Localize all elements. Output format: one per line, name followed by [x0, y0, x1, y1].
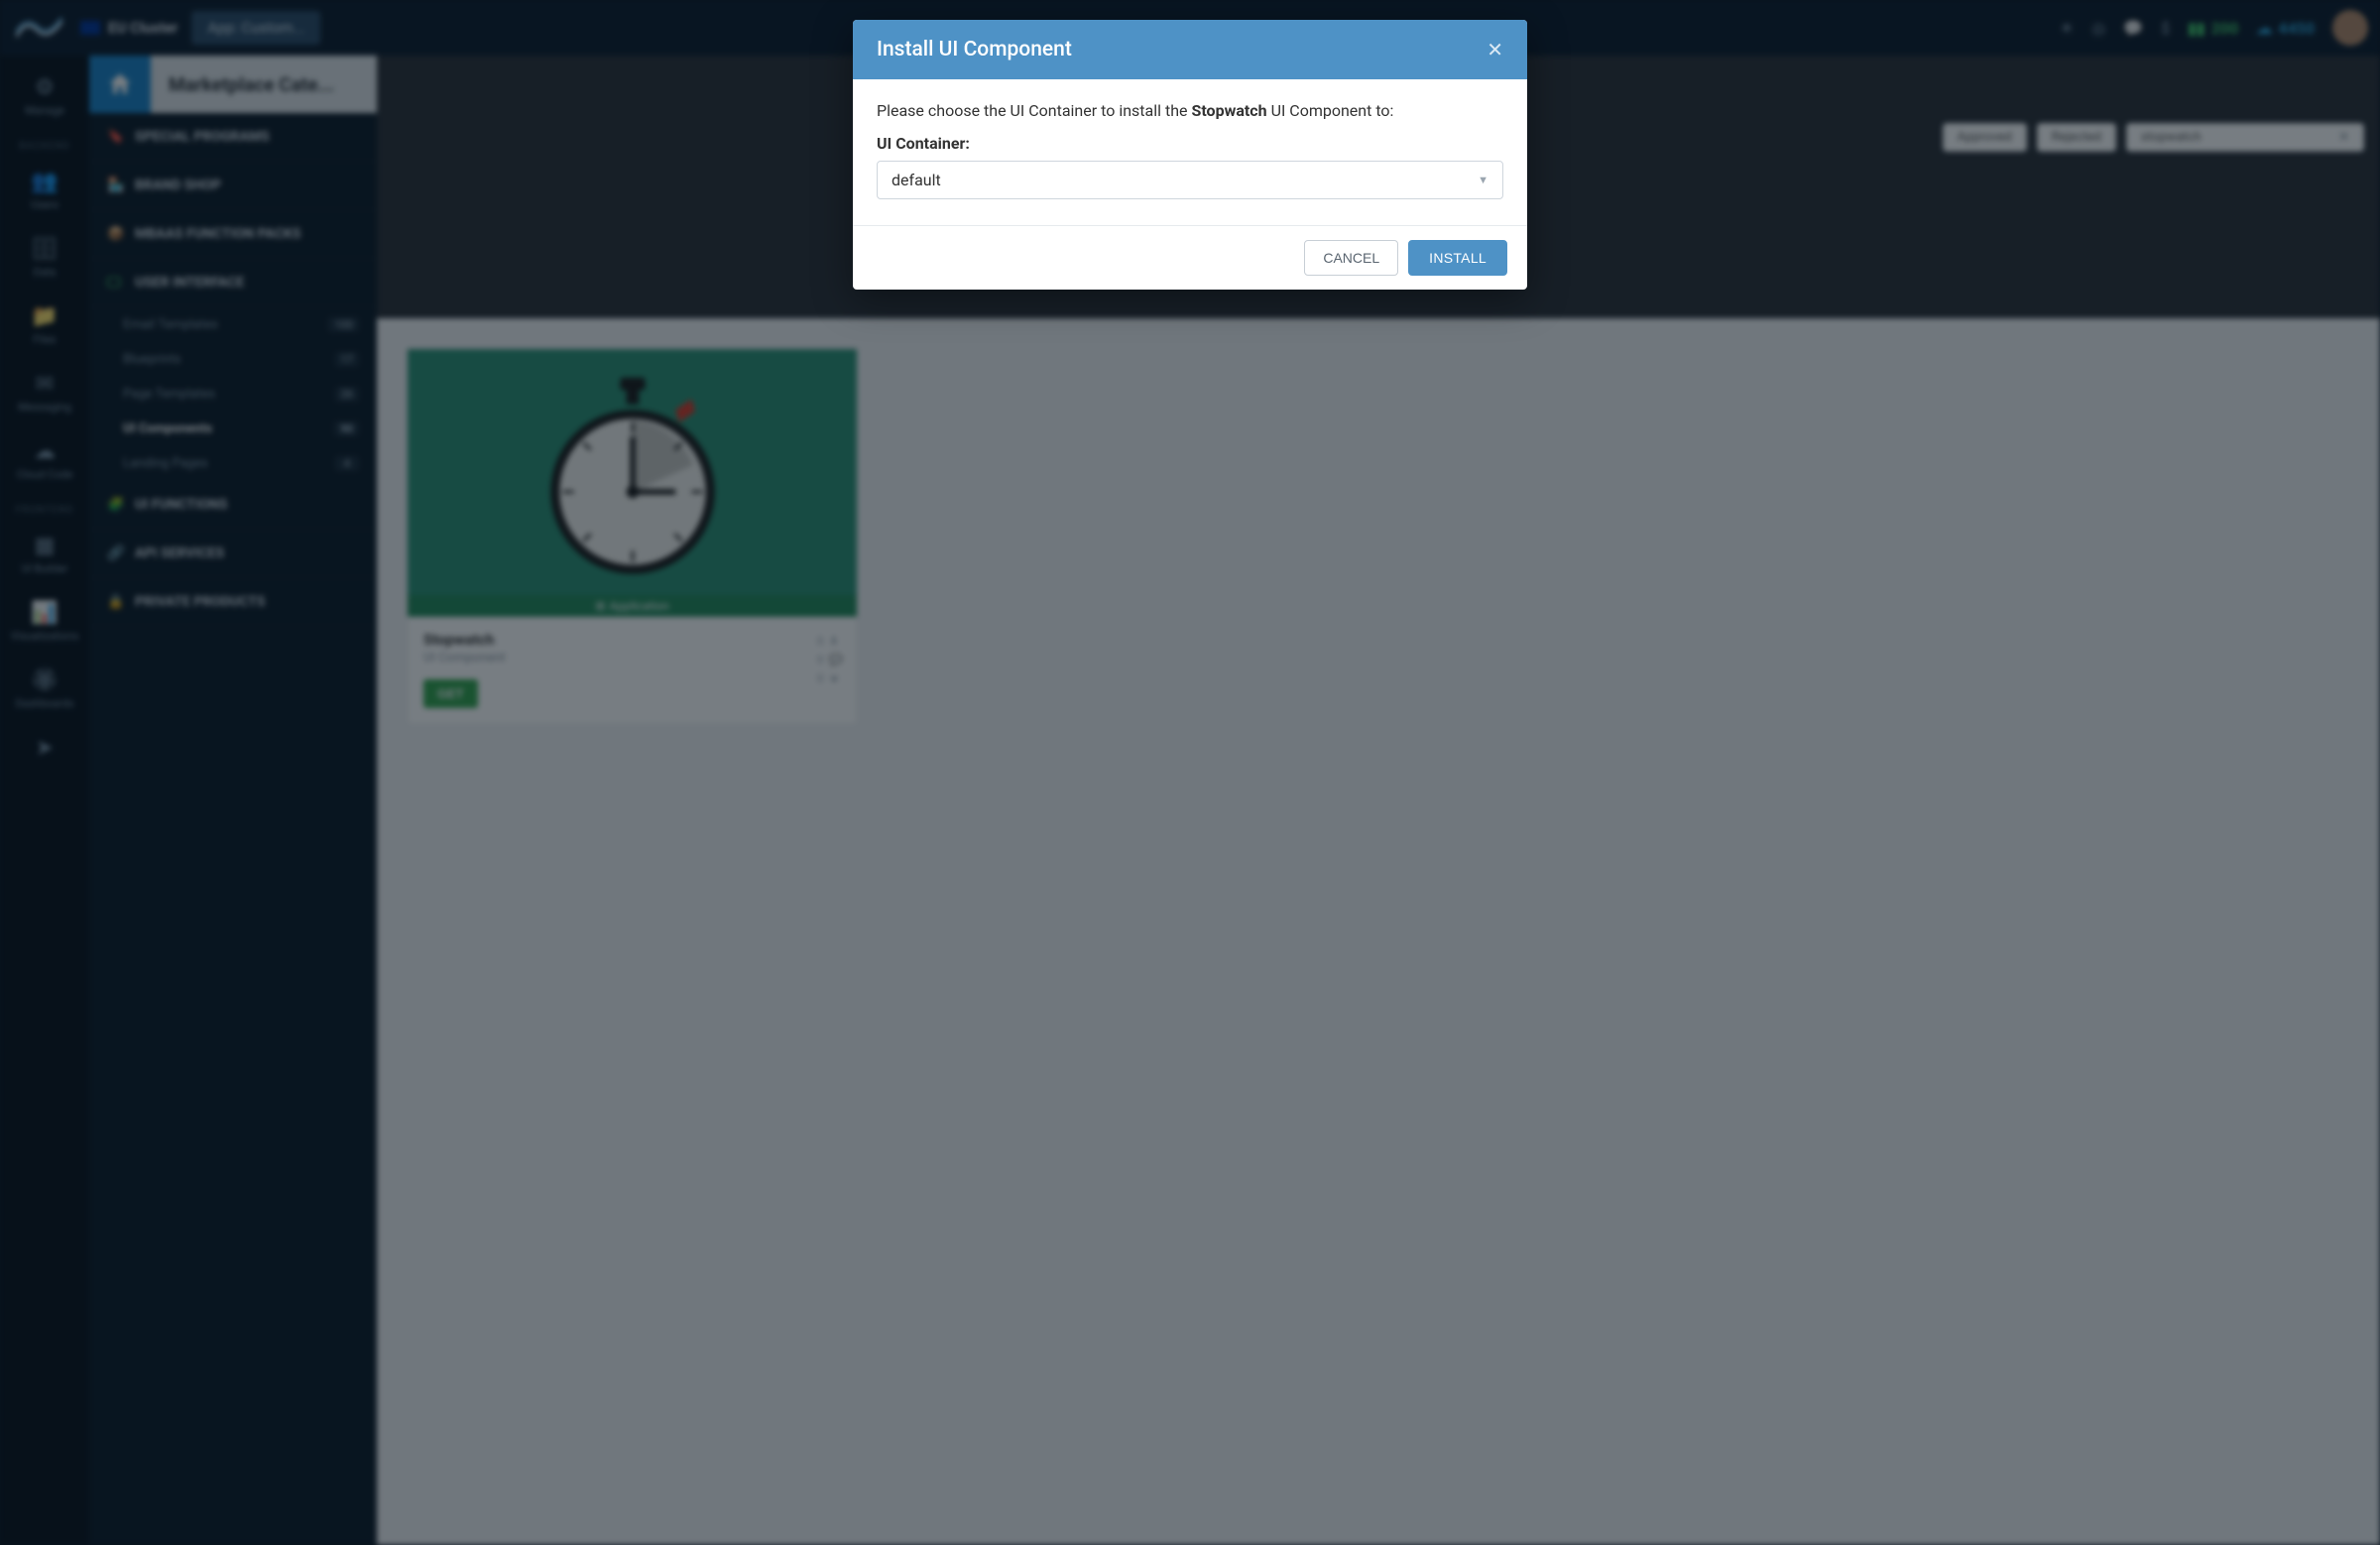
modal-body: Please choose the UI Container to instal…	[853, 79, 1527, 225]
dropdown-value: default	[892, 171, 941, 189]
modal-overlay: Install UI Component ✕ Please choose the…	[0, 0, 2380, 1545]
chevron-down-icon: ▼	[1478, 174, 1488, 186]
install-modal: Install UI Component ✕ Please choose the…	[853, 20, 1527, 290]
container-label: UI Container:	[877, 134, 1503, 153]
modal-header: Install UI Component ✕	[853, 20, 1527, 79]
modal-footer: CANCEL INSTALL	[853, 225, 1527, 290]
modal-title: Install UI Component	[877, 38, 1072, 61]
close-icon[interactable]: ✕	[1487, 40, 1503, 59]
modal-instruction: Please choose the UI Container to instal…	[877, 101, 1503, 120]
container-dropdown[interactable]: default ▼	[877, 161, 1503, 199]
install-button[interactable]: INSTALL	[1408, 240, 1507, 276]
cancel-button[interactable]: CANCEL	[1304, 240, 1398, 276]
